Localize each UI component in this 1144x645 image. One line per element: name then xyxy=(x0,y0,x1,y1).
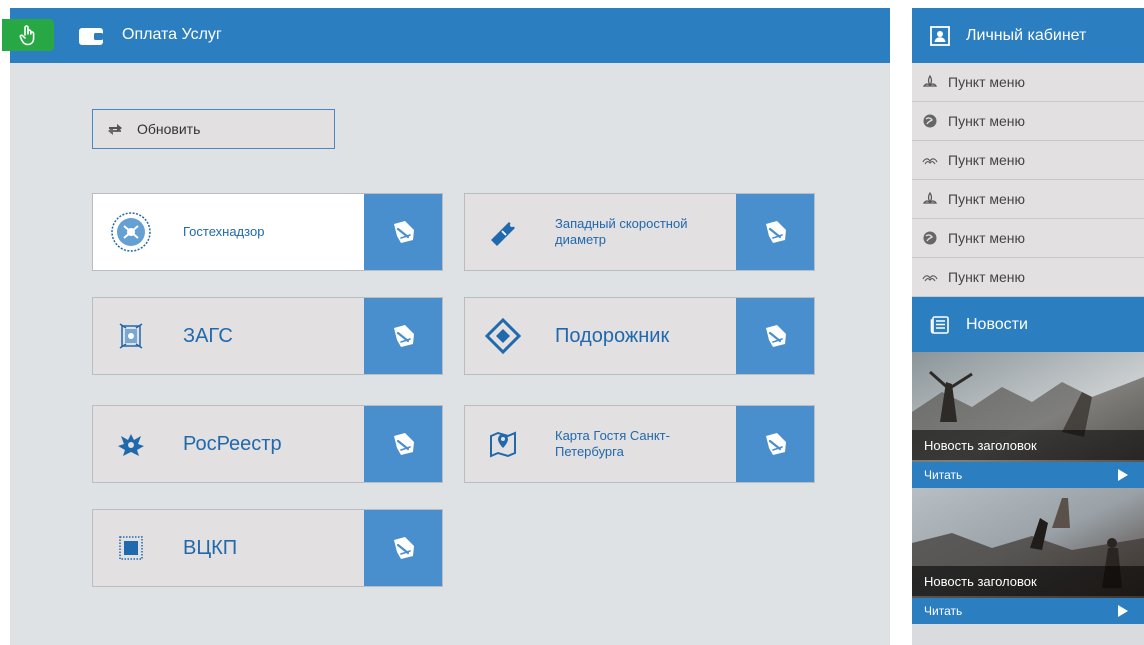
news-card[interactable]: Новость заголовок Читать xyxy=(912,352,1144,488)
read-more-button[interactable]: Читать xyxy=(912,598,1144,624)
wings-icon xyxy=(922,269,938,285)
menu-item-label: Пункт меню xyxy=(948,113,1026,129)
hand-card-icon xyxy=(394,221,414,243)
service-tile-zags[interactable]: ЗАГС xyxy=(92,297,443,375)
read-more-label: Читать xyxy=(924,468,963,482)
pay-button[interactable] xyxy=(364,510,442,586)
service-label: Подорожник xyxy=(555,325,670,347)
news-title: Новости xyxy=(966,315,1028,333)
hand-card-icon xyxy=(394,325,414,347)
hand-card-icon xyxy=(394,537,414,559)
wallet-icon xyxy=(79,28,103,45)
lotus-icon xyxy=(922,191,938,207)
hand-card-icon xyxy=(766,325,786,347)
coat-of-arms-icon xyxy=(109,314,153,358)
wings-icon xyxy=(922,152,938,168)
menu-item-label: Пункт меню xyxy=(948,74,1026,90)
service-tile-gostekhnadzor[interactable]: Гостехнадзор xyxy=(92,193,443,271)
globe-icon xyxy=(922,113,938,129)
cabinet-header[interactable]: Личный кабинет xyxy=(912,8,1144,63)
menu-item-label: Пункт меню xyxy=(948,191,1026,207)
pay-button[interactable] xyxy=(736,298,814,374)
road-ticket-icon xyxy=(481,210,525,254)
refresh-icon xyxy=(108,123,122,135)
service-tile-podorozhnik[interactable]: Подорожник xyxy=(464,297,815,375)
read-more-label: Читать xyxy=(924,604,963,618)
service-tile-guest-card[interactable]: Карта Гостя Санкт-Петербурга xyxy=(464,405,815,483)
travel-card-icon xyxy=(481,314,525,358)
news-card[interactable]: Новость заголовок Читать xyxy=(912,488,1144,624)
pay-button[interactable] xyxy=(736,194,814,270)
refresh-button[interactable]: Обновить xyxy=(92,109,335,149)
map-pin-icon xyxy=(481,422,525,466)
globe-icon xyxy=(922,230,938,246)
play-arrow-icon xyxy=(1118,469,1128,481)
touch-hand-icon xyxy=(19,25,35,46)
service-label: Карта Гостя Санкт-Петербурга xyxy=(555,428,670,459)
services-panel: Оплата Услуг Обновить Гостехнадзор Запад… xyxy=(2,8,890,645)
sidebar-menu-item[interactable]: Пункт меню xyxy=(912,258,1144,297)
menu-item-label: Пункт меню xyxy=(948,230,1026,246)
pay-button[interactable] xyxy=(736,406,814,482)
sidebar-menu-item[interactable]: Пункт меню xyxy=(912,219,1144,258)
service-label: ЗАГС xyxy=(183,325,233,347)
sidebar-menu-item[interactable]: Пункт меню xyxy=(912,102,1144,141)
eagle-icon xyxy=(109,422,153,466)
hand-card-icon xyxy=(394,433,414,455)
service-label: Гостехнадзор xyxy=(183,224,265,239)
read-more-button[interactable]: Читать xyxy=(912,462,1144,488)
pay-button[interactable] xyxy=(364,298,442,374)
user-icon xyxy=(930,25,950,46)
hand-card-icon xyxy=(766,221,786,243)
sidebar-menu-item[interactable]: Пункт меню xyxy=(912,63,1144,102)
menu-item-label: Пункт меню xyxy=(948,152,1026,168)
service-tile-zsd[interactable]: Западный скоростной диаметр xyxy=(464,193,815,271)
service-label: РосРеестр xyxy=(183,433,282,455)
service-label: Западный скоростной диаметр xyxy=(555,216,688,247)
page-title: Оплата Услуг xyxy=(122,26,222,43)
service-label: ВЦКП xyxy=(183,537,238,559)
pay-button[interactable] xyxy=(364,194,442,270)
grid-logo-icon xyxy=(109,526,153,570)
sidebar-menu-item[interactable]: Пункт меню xyxy=(912,180,1144,219)
refresh-label: Обновить xyxy=(137,121,201,137)
cabinet-title: Личный кабинет xyxy=(966,26,1087,44)
touch-mode-badge[interactable] xyxy=(2,19,54,51)
news-header[interactable]: Новости xyxy=(912,297,1144,352)
menu-item-label: Пункт меню xyxy=(948,269,1026,285)
lotus-icon xyxy=(922,74,938,90)
pay-button[interactable] xyxy=(364,406,442,482)
news-item-title: Новость заголовок xyxy=(912,566,1144,596)
service-tile-vckp[interactable]: ВЦКП xyxy=(92,509,443,587)
news-item-title: Новость заголовок xyxy=(912,430,1144,460)
newspaper-icon xyxy=(930,315,950,335)
sidebar: Личный кабинет Пункт меню Пункт меню Пун… xyxy=(912,8,1144,645)
services-header: Оплата Услуг xyxy=(2,8,890,63)
sidebar-menu-item[interactable]: Пункт меню xyxy=(912,141,1144,180)
hand-card-icon xyxy=(766,433,786,455)
play-arrow-icon xyxy=(1118,605,1128,617)
service-tile-rosreestr[interactable]: РосРеестр xyxy=(92,405,443,483)
emblem-icon xyxy=(109,210,153,254)
